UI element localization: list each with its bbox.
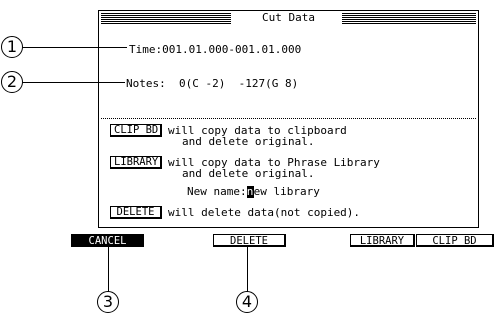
cancel-function-key[interactable]: CANCEL — [71, 234, 144, 247]
clip-bd-option-button[interactable]: CLIP BD — [110, 124, 162, 137]
delete-function-key[interactable]: DELETE — [213, 234, 286, 247]
title-bar: Cut Data — [101, 11, 476, 24]
text-cursor: n — [246, 185, 254, 198]
delete-option-button[interactable]: DELETE — [110, 206, 162, 219]
clip-bd-function-key[interactable]: CLIP BD — [416, 234, 494, 247]
window-title: Cut Data — [101, 11, 476, 24]
time-label: Time: — [129, 43, 163, 56]
library-function-key[interactable]: LIBRARY — [350, 234, 415, 247]
callout-1: 1 — [1, 36, 23, 58]
time-field: Time:001.01.000-001.01.000 — [129, 44, 301, 56]
time-value[interactable]: 001.01.000-001.01.000 — [162, 43, 301, 56]
callout-4-leader — [247, 247, 248, 296]
callout-1-leader — [21, 47, 127, 48]
library-option-button[interactable]: LIBRARY — [110, 156, 162, 169]
separator — [101, 118, 476, 119]
notes-field: Notes: 0(C -2) -127(G 8) — [126, 78, 298, 90]
clip-bd-desc-line2: and delete original. — [182, 135, 315, 148]
callout-3: 3 — [97, 291, 119, 313]
new-name-value[interactable]: ew library — [254, 185, 320, 198]
callout-2-leader — [21, 82, 125, 83]
callout-4: 4 — [236, 291, 258, 313]
new-name-label: New name: — [187, 185, 247, 198]
library-desc-line2: and delete original. — [182, 167, 315, 180]
delete-desc: will delete data(not copied). — [168, 206, 361, 219]
notes-value[interactable]: 0(C -2) -127(G 8) — [179, 77, 298, 90]
lcd-screen: Cut Data Time:001.01.000-001.01.000 Note… — [98, 10, 479, 228]
new-name-field[interactable]: New name:new library — [187, 186, 320, 198]
callout-2: 2 — [1, 71, 23, 93]
callout-3-leader — [108, 247, 109, 296]
notes-label: Notes: — [126, 77, 166, 90]
